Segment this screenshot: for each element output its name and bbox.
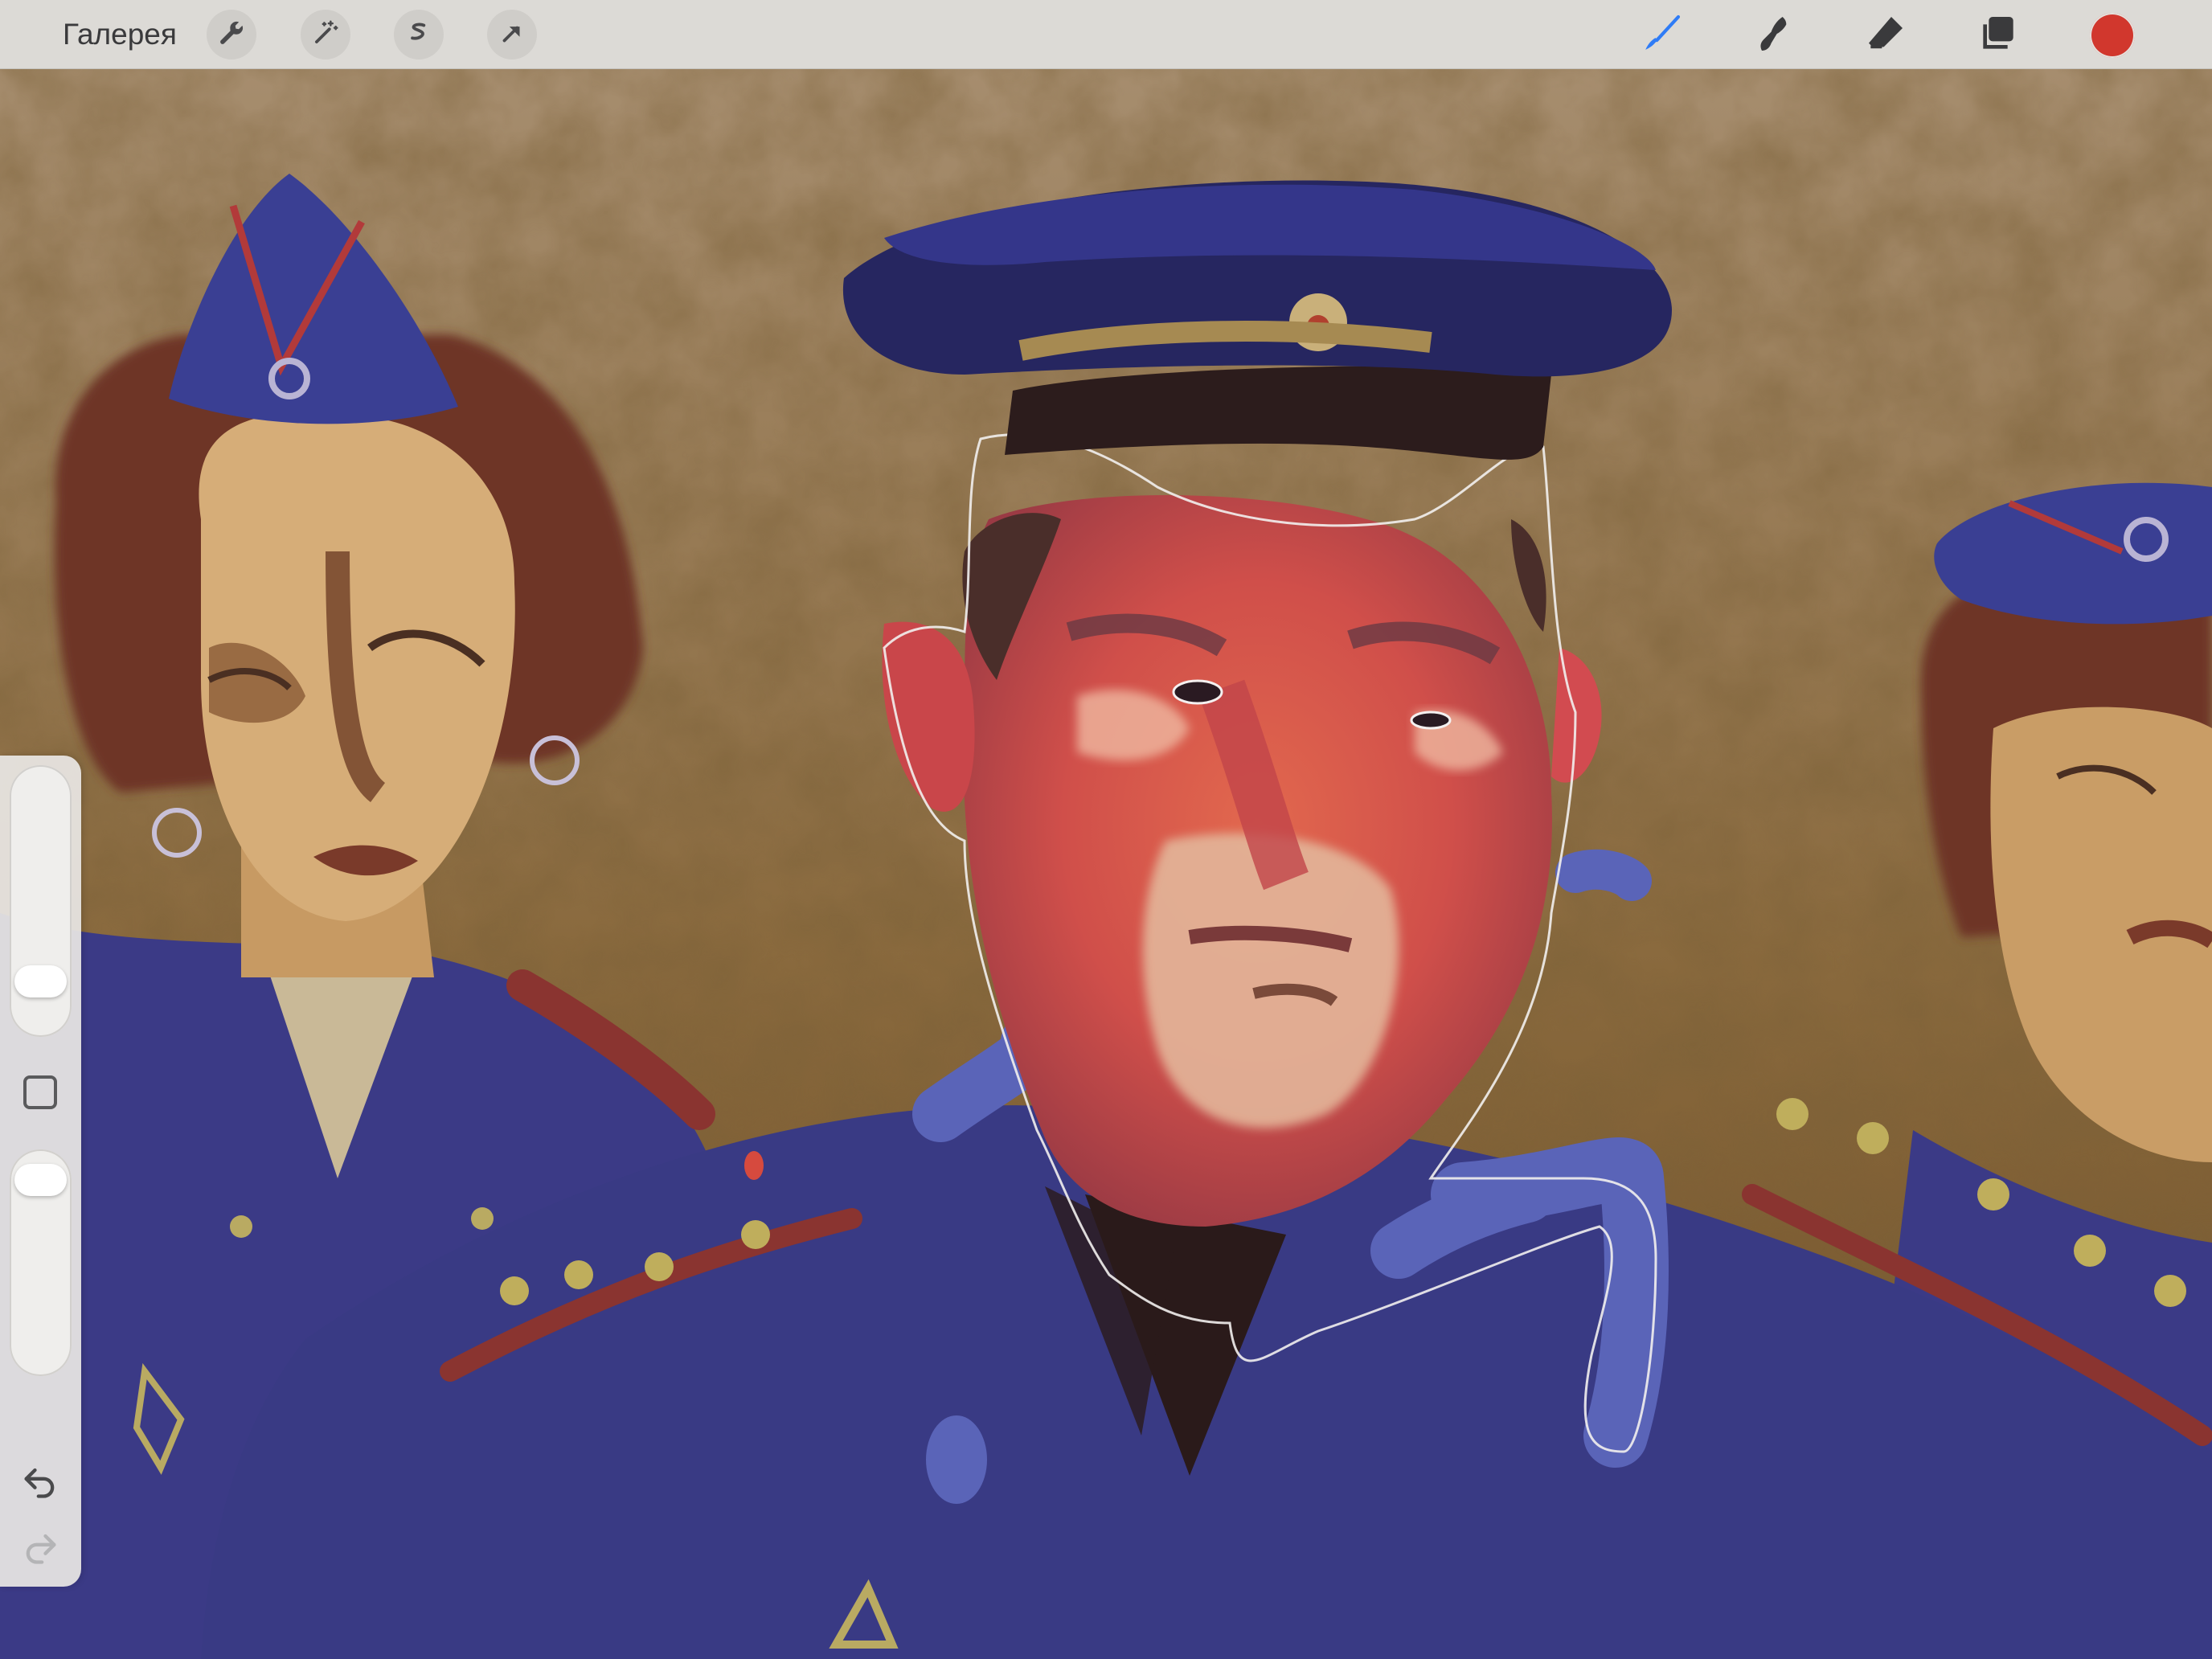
eraser-icon (1863, 11, 1908, 60)
redo-button[interactable] (19, 1526, 61, 1567)
layers-icon (1976, 11, 2021, 60)
selection-s-icon (403, 18, 434, 52)
procreate-app: Галерея (0, 0, 2212, 1659)
undo-button[interactable] (19, 1460, 61, 1501)
left-sidebar (0, 756, 81, 1587)
gallery-button[interactable]: Галерея (63, 14, 177, 55)
color-picker-button[interactable] (2090, 13, 2135, 58)
brush-size-thumb[interactable] (14, 965, 67, 998)
square-modify-icon[interactable] (23, 1075, 57, 1109)
eraser-tool-button[interactable] (1862, 11, 1910, 59)
brush-icon (1639, 11, 1684, 60)
wrench-icon (216, 18, 247, 52)
selection-button[interactable] (394, 10, 444, 59)
magic-wand-icon (310, 18, 341, 52)
transform-button[interactable] (487, 10, 537, 59)
undo-icon (19, 1468, 61, 1505)
artwork (0, 69, 2212, 1659)
actions-button[interactable] (207, 10, 256, 59)
layers-button[interactable] (1974, 11, 2022, 59)
smudge-icon (1751, 11, 1796, 60)
adjustments-button[interactable] (301, 10, 350, 59)
brush-opacity-thumb[interactable] (14, 1163, 67, 1196)
transform-arrow-icon (497, 18, 527, 52)
brush-size-slider[interactable] (10, 765, 72, 1037)
drawing-canvas[interactable] (0, 69, 2212, 1659)
paint-tool-button[interactable] (1637, 11, 1686, 59)
smudge-tool-button[interactable] (1749, 11, 1797, 59)
redo-icon (19, 1534, 61, 1571)
brush-opacity-slider[interactable] (10, 1149, 72, 1376)
top-toolbar: Галерея (0, 0, 2212, 69)
